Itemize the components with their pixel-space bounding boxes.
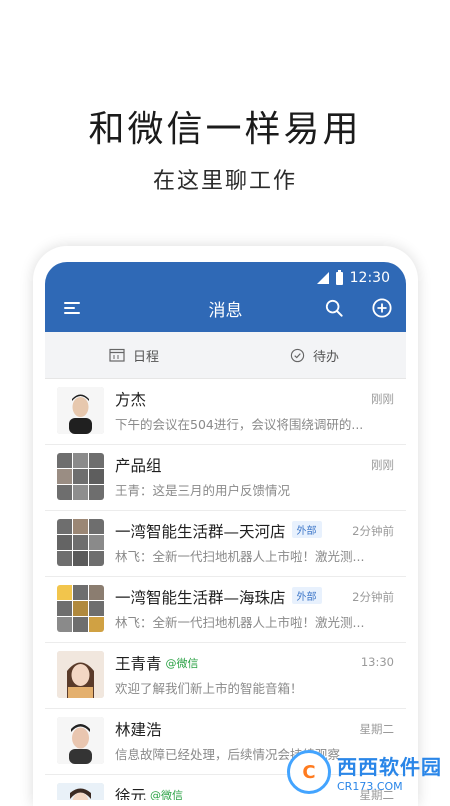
avatar [57, 585, 104, 632]
app-bar: 12:30 消息 [45, 262, 406, 332]
list-item[interactable]: 方杰 下午的会议在504进行，会议将围绕调研的... 刚刚 [45, 379, 406, 445]
search-icon[interactable] [325, 299, 343, 317]
signal-icon [316, 272, 329, 284]
conversation-name-text: 一湾智能生活群—海珠店 [115, 589, 286, 607]
wechat-tag: @微信 [150, 789, 184, 800]
page-title: 消息 [208, 301, 243, 321]
battery-icon [335, 269, 343, 285]
conversation-preview: 林飞：全新一代扫地机器人上市啦！激光测... [115, 615, 365, 630]
tab-todo-label: 待办 [313, 349, 340, 365]
list-item[interactable]: 一湾智能生活群—天河店 外部 林飞：全新一代扫地机器人上市啦！激光测... 2分钟… [45, 511, 406, 577]
conversation-time: 星期二 [359, 722, 395, 736]
conversation-name: 林建浩 [115, 721, 162, 739]
avatar [57, 519, 104, 566]
conversation-preview: 王青：这是三月的用户反馈情况 [115, 483, 291, 498]
wechat-tag: @微信 [165, 657, 199, 670]
phone-screen: 12:30 消息 日程 待办 方杰 下午的会议在504进行，会议将围绕调研的..… [45, 262, 406, 800]
conversation-name-text: 一湾智能生活群—天河店 [115, 523, 286, 541]
conversation-preview: 下午的会议在504进行，会议将围绕调研的... [115, 417, 364, 432]
avatar [57, 717, 104, 764]
watermark-brand: 西西软件园 [337, 755, 442, 779]
tab-calendar[interactable]: 日程 [109, 332, 159, 378]
avatar [57, 453, 104, 500]
status-bar: 12:30 [316, 268, 390, 288]
external-tag: 外部 [291, 587, 322, 604]
watermark: C 西西软件园 CR173.COM [287, 750, 442, 794]
conversation-time: 刚刚 [371, 392, 394, 406]
tab-calendar-label: 日程 [133, 349, 160, 365]
status-time: 12:30 [349, 270, 390, 286]
sub-tabs: 日程 待办 [45, 332, 406, 379]
conversation-time: 2分钟前 [352, 590, 394, 604]
conversation-name: 产品组 [115, 457, 162, 475]
external-tag: 外部 [291, 521, 322, 538]
tab-todo[interactable]: 待办 [290, 332, 339, 378]
watermark-url: CR173.COM [337, 780, 403, 793]
plus-circle-icon[interactable] [372, 298, 392, 318]
calendar-icon [109, 348, 125, 362]
conversation-time: 2分钟前 [352, 524, 394, 538]
conversation-preview: 欢迎了解我们新上市的智能音箱！ [115, 681, 303, 696]
conversation-name: 一湾智能生活群—天河店 外部 [115, 520, 322, 542]
conversation-name: 方杰 [115, 391, 147, 409]
conversation-name-text: 徐元 [115, 787, 147, 800]
hero-subtitle: 在这里聊工作 [152, 169, 297, 194]
hero-title: 和微信一样易用 [88, 109, 362, 150]
avatar [57, 651, 104, 698]
conversation-name: 徐元 @微信 [115, 784, 183, 800]
conversation-list: 方杰 下午的会议在504进行，会议将围绕调研的... 刚刚 产品组 王青：这是三… [45, 379, 406, 800]
list-item[interactable]: 一湾智能生活群—海珠店 外部 林飞：全新一代扫地机器人上市啦！激光测... 2分钟… [45, 577, 406, 643]
conversation-time: 刚刚 [371, 458, 394, 472]
check-circle-icon [290, 348, 305, 362]
watermark-logo: C [287, 750, 331, 794]
avatar [57, 783, 104, 800]
conversation-preview: 林飞：全新一代扫地机器人上市啦！激光测... [115, 549, 365, 564]
conversation-name: 王青青 @微信 [115, 652, 199, 674]
conversation-name-text: 王青青 [115, 655, 162, 673]
list-item[interactable]: 产品组 王青：这是三月的用户反馈情况 刚刚 [45, 445, 406, 511]
conversation-time: 13:30 [360, 655, 394, 669]
list-item[interactable]: 王青青 @微信 欢迎了解我们新上市的智能音箱！ 13:30 [45, 643, 406, 709]
avatar [57, 387, 104, 434]
conversation-name: 一湾智能生活群—海珠店 外部 [115, 586, 322, 608]
